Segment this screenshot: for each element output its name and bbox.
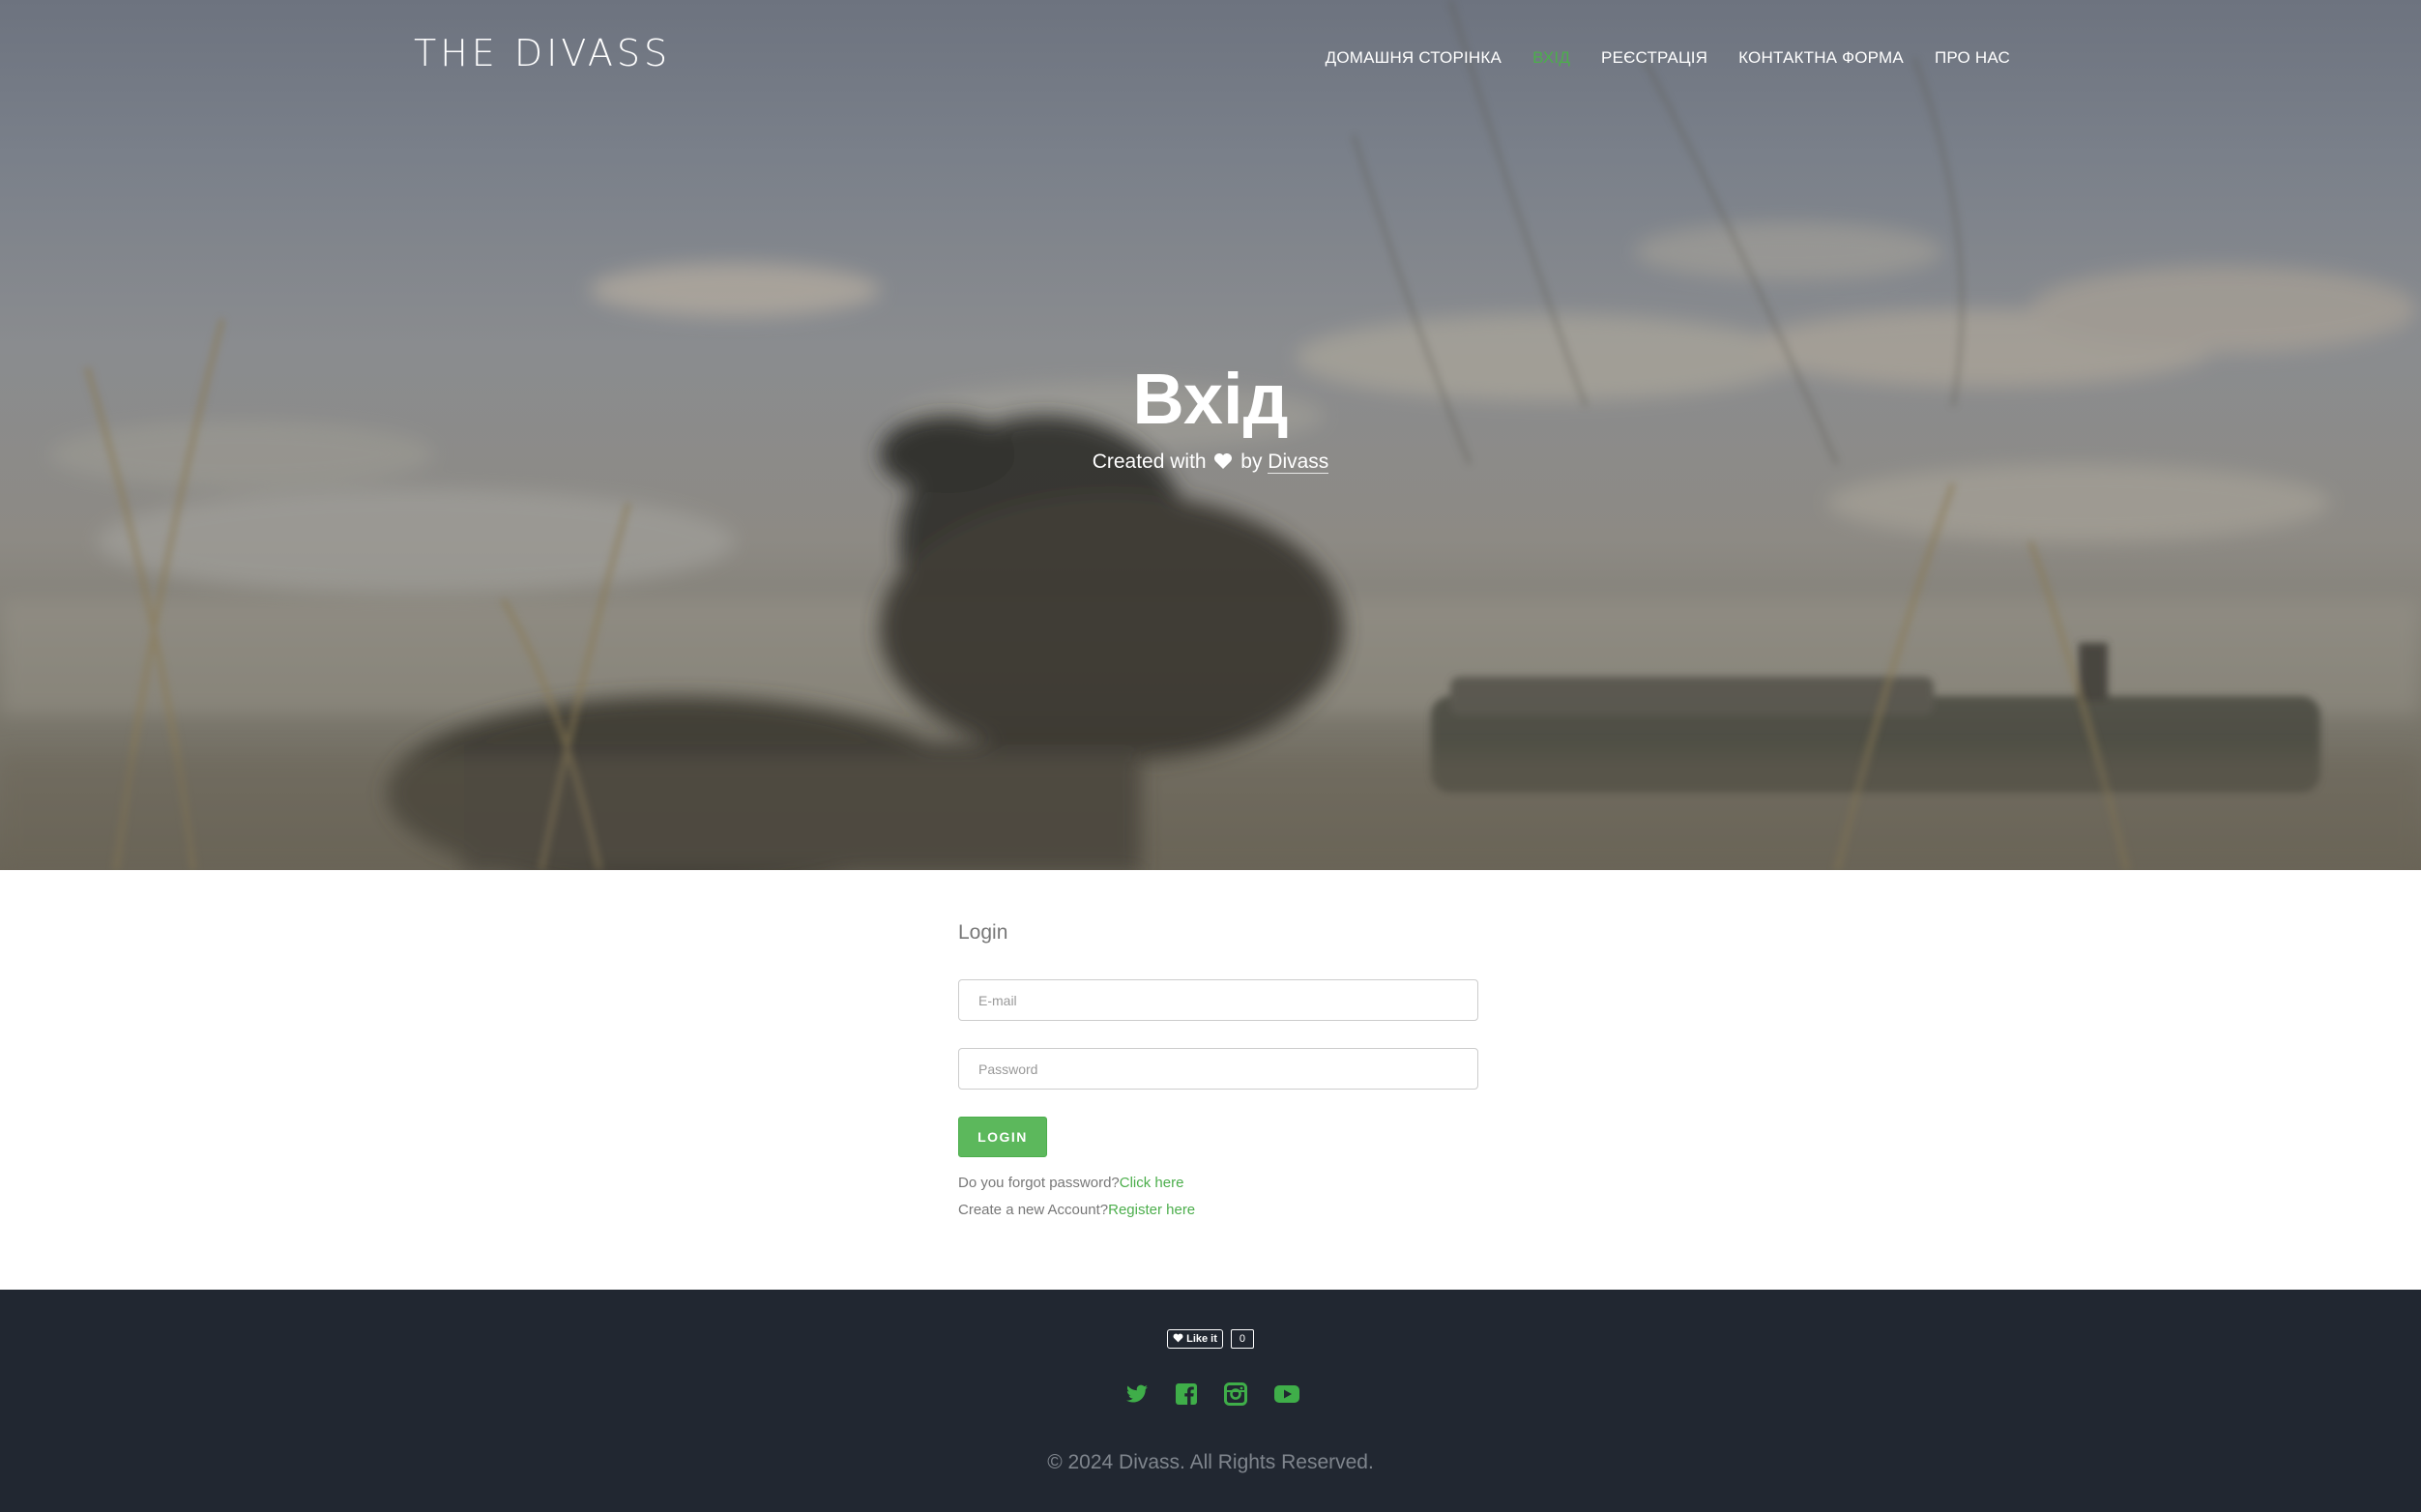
instagram-icon[interactable] <box>1223 1382 1247 1406</box>
author-link[interactable]: Divass <box>1268 451 1329 474</box>
register-link[interactable]: Register here <box>1108 1202 1195 1218</box>
social-links <box>0 1382 2421 1406</box>
nav-item-login[interactable]: ВХІД <box>1532 48 1570 68</box>
nav-item-home[interactable]: ДОМАШНЯ СТОРІНКА <box>1326 48 1502 68</box>
login-button[interactable]: LOGIN <box>958 1117 1047 1157</box>
youtube-icon[interactable] <box>1273 1382 1299 1406</box>
register-row: Create a new Account?Register here <box>958 1202 1538 1218</box>
hero-section: THE DIVASS ДОМАШНЯ СТОРІНКА ВХІД РЕЄСТРА… <box>0 0 2421 870</box>
like-button[interactable]: Like it <box>1167 1329 1223 1349</box>
email-field[interactable] <box>958 979 1478 1021</box>
like-widget: Like it 0 <box>0 1329 2421 1349</box>
site-footer: Like it 0 © 2024 Divass. All Rights Rese… <box>0 1290 2421 1512</box>
hero-subtitle: Created with by Divass <box>0 451 2421 476</box>
forgot-password-text: Do you forgot password? <box>958 1175 1120 1191</box>
page-title: Вхід <box>1132 359 1289 439</box>
nav-item-about[interactable]: ПРО НАС <box>1935 48 2010 68</box>
nav-item-register[interactable]: РЕЄСТРАЦІЯ <box>1601 48 1707 68</box>
register-text: Create a new Account? <box>958 1202 1109 1218</box>
site-logo[interactable]: THE DIVASS <box>414 35 671 72</box>
copyright-text: © 2024 Divass. All Rights Reserved. <box>1047 1451 1374 1473</box>
main-nav: ДОМАШНЯ СТОРІНКА ВХІД РЕЄСТРАЦІЯ КОНТАКТ… <box>1326 48 2010 68</box>
like-label: Like it <box>1186 1333 1217 1345</box>
forgot-password-link[interactable]: Click here <box>1120 1175 1184 1191</box>
forgot-password-row: Do you forgot password?Click here <box>958 1175 1538 1191</box>
heart-icon <box>1213 452 1233 476</box>
login-form: Login LOGIN Do you forgot password?Click… <box>958 918 1478 1218</box>
twitter-icon[interactable] <box>1125 1382 1149 1406</box>
password-field[interactable] <box>958 1048 1478 1090</box>
hero-sub-by: by <box>1240 451 1263 473</box>
like-count: 0 <box>1230 1329 1254 1349</box>
facebook-icon[interactable] <box>1175 1382 1198 1406</box>
nav-item-contact[interactable]: КОНТАКТНА ФОРМА <box>1738 48 1904 68</box>
login-heading: Login <box>958 921 1008 944</box>
heart-icon <box>1173 1333 1183 1346</box>
hero-sub-prefix: Created with <box>1092 451 1207 473</box>
